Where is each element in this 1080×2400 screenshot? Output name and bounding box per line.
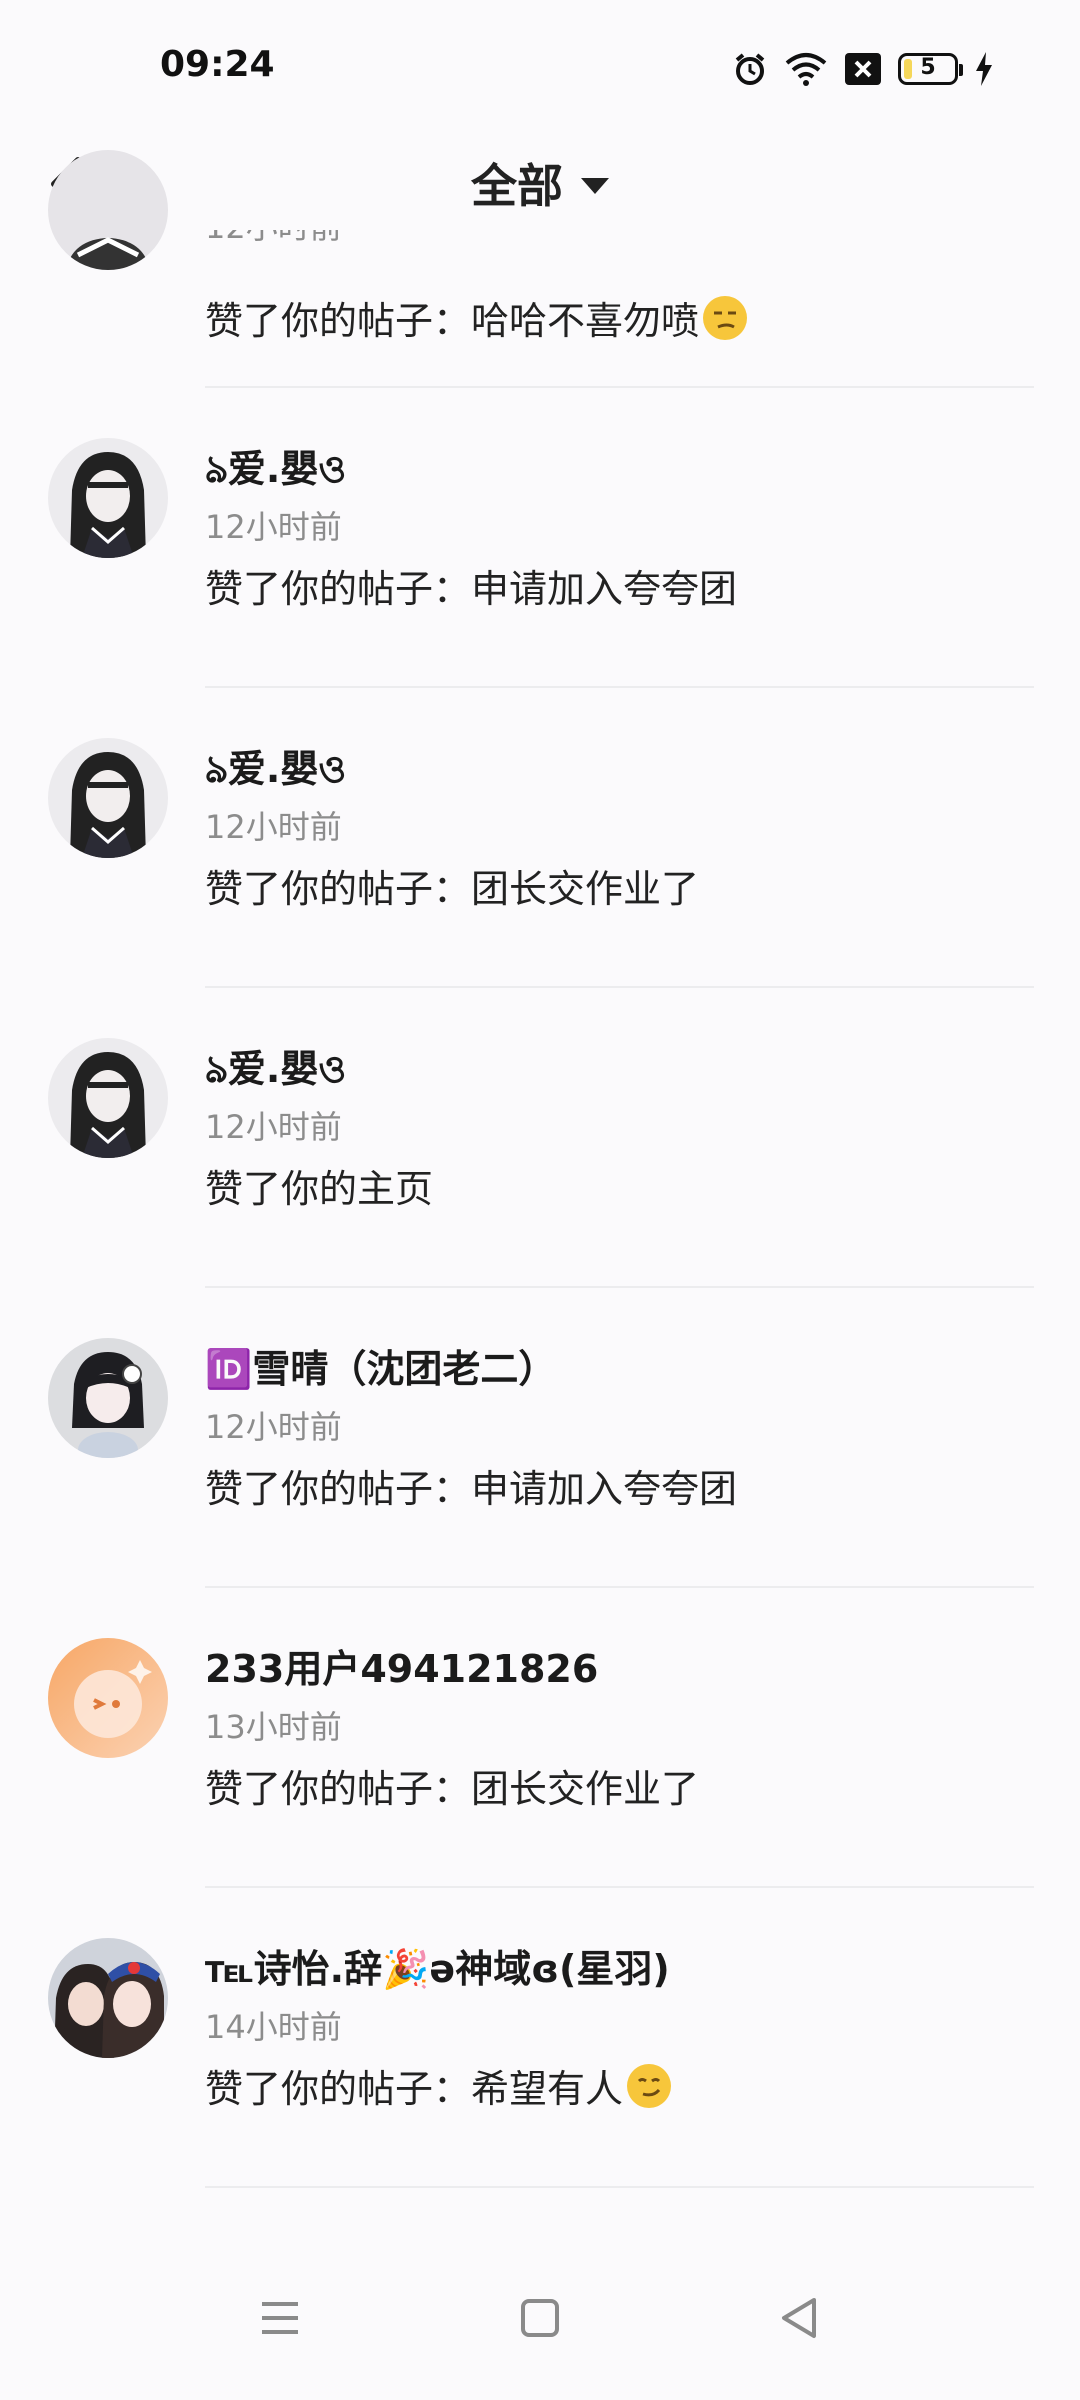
avatar[interactable] [48,1038,168,1158]
avatar[interactable] [48,1938,168,2058]
smirk-emoji-icon [627,2064,672,2108]
status-time: 09:24 [160,44,275,85]
unamused-emoji-icon [703,296,748,340]
triangle-back-icon [782,2298,816,2338]
action-text: 赞了你的帖子：团长交作业了 [205,1767,700,1811]
back-nav-button[interactable] [770,2288,830,2348]
timestamp: 12小时前 [205,508,342,546]
list-item[interactable]: 233用户494121826 13小时前 赞了你的帖子：团长交作业了 [0,1588,1080,1888]
list-item[interactable]: ℡诗怡.辞🎉ə神域ɞ(星羽) 14小时前 赞了你的帖子：希望有人 [0,1888,1080,2188]
menu-icon [262,2302,298,2334]
home-button[interactable] [510,2288,570,2348]
battery-level: 5 [920,55,936,80]
username[interactable]: ঌ爱.嬰ও [205,738,346,804]
avatar[interactable] [48,1338,168,1458]
action-text: 赞了你的帖子：申请加入夸夸团 [205,1467,738,1511]
status-bar: 09:24 5 [0,0,1080,130]
list-item-partial[interactable]: 12小时前 赞了你的帖子：哈哈不喜勿喷 [0,150,1080,388]
battery-icon: 5 [898,53,963,85]
action-label: 赞了你的帖子：哈哈不喜勿喷 [205,299,700,343]
avatar[interactable] [48,150,168,270]
home-square-icon [521,2299,559,2337]
action-text: 赞了你的帖子：团长交作业了 [205,867,700,911]
charging-icon [974,51,994,87]
username[interactable]: ঌ爱.嬰ও [205,438,346,504]
filter-dropdown[interactable]: 全部 [471,150,609,216]
list-item[interactable]: ঌ爱.嬰ও 12小时前 赞了你的帖子：申请加入夸夸团 [0,388,1080,688]
username[interactable]: ℡诗怡.辞🎉ə神域ɞ(星羽) [205,1938,670,1993]
action-text: 赞了你的帖子：希望有人 [205,2058,672,2113]
action-text: 赞了你的主页 [205,1167,434,1211]
timestamp: 12小时前 [205,808,342,846]
alarm-icon [732,51,768,87]
list-item[interactable]: ঌ爱.嬰ও 12小时前 赞了你的帖子：团长交作业了 [0,688,1080,988]
timestamp: 12小时前 [205,1108,342,1146]
battery-tip [959,64,963,76]
timestamp: 13小时前 [205,1708,342,1746]
list-item[interactable]: 🆔雪晴（沈团老二） 12小时前 赞了你的帖子：申请加入夸夸团 [0,1288,1080,1588]
timestamp: 12小时前 [205,1408,342,1446]
avatar[interactable] [48,438,168,558]
action-text: 赞了你的帖子：申请加入夸夸团 [205,567,738,611]
divider [205,2186,1034,2188]
action-label: 赞了你的帖子：希望有人 [205,2067,624,2111]
system-nav-bar [0,2250,1080,2400]
username[interactable]: ঌ爱.嬰ও [205,1038,346,1104]
status-icons: 5 [732,44,994,94]
username[interactable]: 233用户494121826 [205,1638,598,1693]
menu-button[interactable] [250,2288,310,2348]
wifi-icon [784,51,828,87]
notification-list: 12小时前 赞了你的帖子：哈哈不喜勿喷 ঌ爱.嬰ও 12小时前 赞了你的帖子：申… [0,150,1080,2188]
avatar[interactable] [48,1638,168,1758]
caret-down-icon [581,178,609,194]
username[interactable]: 🆔雪晴（沈团老二） [205,1338,556,1393]
avatar[interactable] [48,738,168,858]
list-item[interactable]: ঌ爱.嬰ও 12小时前 赞了你的主页 [0,988,1080,1288]
action-text: 赞了你的帖子：哈哈不喜勿喷 [205,290,748,345]
page-title: 全部 [471,159,563,213]
no-sim-icon [844,52,882,86]
timestamp: 14小时前 [205,2008,342,2046]
